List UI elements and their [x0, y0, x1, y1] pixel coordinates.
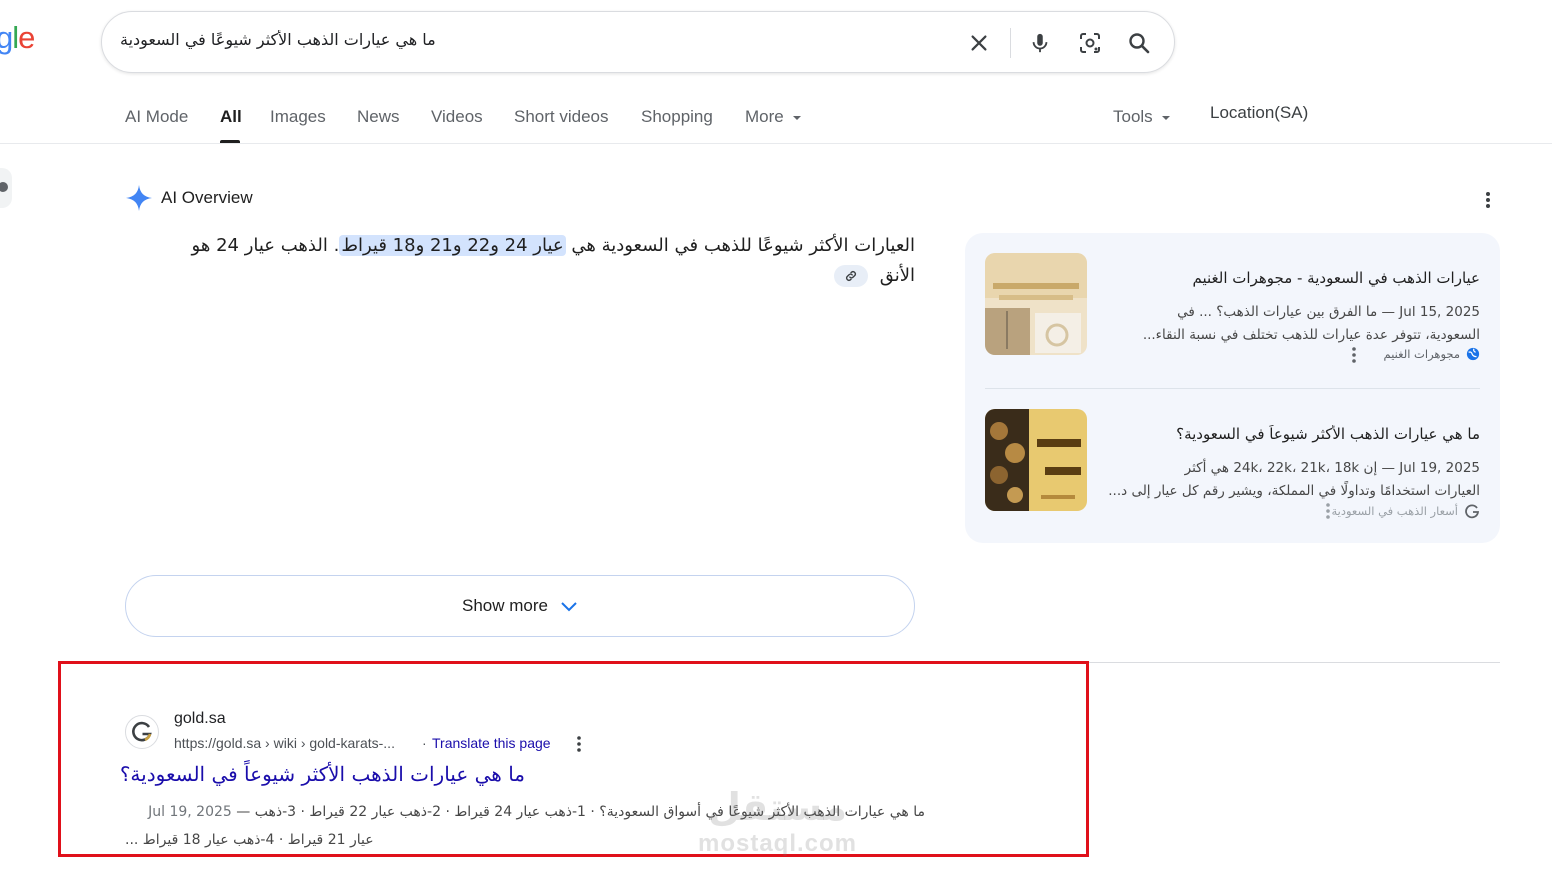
search-icon[interactable] [1122, 26, 1156, 60]
result-snippet-line: ما هي عيارات الذهب الأكثر شيوعًا في أسوا… [148, 804, 925, 820]
section-divider [1089, 662, 1500, 663]
tools-button[interactable]: Tools [1113, 107, 1171, 127]
result-site-name[interactable]: gold.sa [174, 710, 226, 728]
source-title[interactable]: ما هي عيارات الذهب الأكثر شيوعاً في السع… [1110, 425, 1480, 443]
source-snippet-line: العيارات استخدامًا وتداولًا في المملكة، … [1108, 483, 1480, 499]
ai-overview-header: AI Overview [125, 184, 253, 212]
result-snippet-line: عيار 21 قيراط · 4-ذهب عيار 18 قيراط ... [125, 832, 374, 848]
source-snippet: Jul 19, 2025 — إن 24k، 22k، 21k، 18k هي … [1100, 457, 1480, 503]
result-date: Jul 19, 2025 [148, 804, 232, 820]
google-logo[interactable]: gle [0, 20, 35, 56]
result-url[interactable]: https://gold.sa › wiki › gold-karats-... [174, 735, 395, 751]
chevron-down-icon [1162, 115, 1171, 120]
tools-label: Tools [1113, 107, 1153, 126]
source-site: أسعار الذهب في السعودية [1331, 503, 1480, 519]
logo-letter-g: g [0, 20, 13, 55]
site-logo-icon [1465, 504, 1480, 519]
source-thumbnail [985, 409, 1087, 511]
source-snippet-line: Jul 15, 2025 — ما الفرق بين عيارات الذهب… [1177, 304, 1480, 320]
tab-news[interactable]: News [357, 107, 400, 127]
search-box[interactable]: ما هي عيارات الذهب الأكثر شيوعًا في السع… [101, 11, 1175, 73]
translate-link[interactable]: Translate this page [432, 735, 551, 751]
search-divider [1010, 28, 1011, 58]
tab-ai-mode[interactable]: AI Mode [125, 107, 188, 127]
chevron-down-icon [793, 115, 802, 120]
source-card[interactable]: ما هي عيارات الذهب الأكثر شيوعاً في السع… [985, 409, 1480, 539]
tab-more[interactable]: More [745, 107, 802, 127]
source-snippet-line: السعودية، تتوفر عدة عيارات للذهب تختلف ف… [1142, 327, 1480, 343]
tab-short-videos[interactable]: Short videos [514, 107, 609, 127]
tab-more-label: More [745, 107, 784, 126]
result-snippet-text: ما هي عيارات الذهب الأكثر شيوعًا في أسوا… [254, 804, 925, 820]
result-snippet: ما هي عيارات الذهب الأكثر شيوعًا في أسوا… [125, 798, 925, 854]
ai-overview-title: AI Overview [161, 188, 253, 207]
link-chip[interactable] [833, 265, 868, 287]
side-handle-dot [0, 182, 8, 192]
microphone-icon[interactable] [1023, 26, 1057, 60]
source-site-name: مجوهرات الغنيم [1383, 347, 1460, 361]
more-options-icon[interactable] [1347, 345, 1361, 365]
logo-letter-e: e [18, 20, 35, 55]
tab-shopping[interactable]: Shopping [641, 107, 713, 127]
ai-overview-answer: العيارات الأكثر شيوعًا للذهب في السعودية… [180, 231, 915, 291]
source-snippet-line: Jul 19, 2025 — إن 24k، 22k، 21k، 18k هي … [1184, 460, 1480, 476]
header-divider [0, 143, 1552, 144]
location-indicator[interactable]: Location(SA) [1210, 103, 1308, 123]
tab-images[interactable]: Images [270, 107, 326, 127]
camera-lens-icon[interactable] [1073, 26, 1107, 60]
source-divider [985, 388, 1480, 389]
show-more-button[interactable]: Show more [125, 575, 915, 637]
source-site-name: أسعار الذهب في السعودية [1331, 504, 1458, 518]
more-options-icon[interactable] [572, 734, 586, 754]
link-icon [845, 271, 856, 281]
answer-text-start: العيارات الأكثر شيوعًا للذهب في السعودية… [565, 235, 915, 256]
source-snippet: Jul 15, 2025 — ما الفرق بين عيارات الذهب… [1100, 301, 1480, 347]
ai-sources-panel: عيارات الذهب في السعودية - مجوهرات الغني… [965, 233, 1500, 543]
answer-highlight: عيار 24 و22 و21 و18 قيراط [339, 235, 566, 256]
result-title-link[interactable]: ما هي عيارات الذهب الأكثر شيوعاً في السع… [120, 762, 525, 786]
tab-all[interactable]: All [220, 107, 242, 127]
source-card[interactable]: عيارات الذهب في السعودية - مجوهرات الغني… [985, 253, 1480, 383]
more-options-icon[interactable] [1478, 188, 1498, 212]
sparkle-icon [126, 185, 152, 211]
site-favicon[interactable] [125, 715, 159, 749]
side-handle[interactable] [0, 168, 12, 208]
url-separator: · [422, 735, 427, 751]
clear-icon[interactable] [962, 26, 996, 60]
search-input[interactable]: ما هي عيارات الذهب الأكثر شيوعًا في السع… [120, 30, 940, 49]
show-more-label: Show more [462, 596, 548, 615]
tab-videos[interactable]: Videos [431, 107, 483, 127]
source-thumbnail [985, 253, 1087, 355]
chevron-down-icon [561, 602, 577, 612]
source-site: مجوهرات الغنيم [1384, 347, 1480, 361]
globe-icon [1466, 347, 1480, 361]
more-options-icon[interactable] [1321, 501, 1335, 521]
g-letter-icon [132, 721, 152, 742]
source-title[interactable]: عيارات الذهب في السعودية - مجوهرات الغني… [1110, 269, 1480, 287]
